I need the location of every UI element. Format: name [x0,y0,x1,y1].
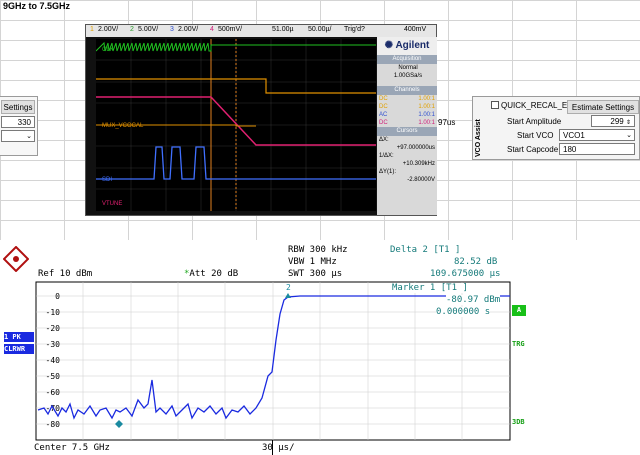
center-frequency: Center 7.5 GHz [34,443,110,453]
acq-rate: 1.00GSa/s [393,73,423,79]
delta-x-label: ΔX: [379,137,389,143]
ch4-scale: 500mV/ [218,26,243,33]
start-capcode-field[interactable]: 180 [559,143,635,155]
agilent-logo-icon: ✺ [384,40,394,51]
spinner-icon: ⇕ [625,120,631,126]
marker1-time: 0.000000 s [436,307,491,317]
time-offset: 51.00µ [272,26,294,33]
marker1-db: -80.97 dBm [446,295,501,305]
left-settings-panel: Settings 330 ⌄ [0,96,38,156]
time-per-div: 50.00µ/ [308,26,332,33]
inv-delta-x-value: +10.309kHz [402,161,435,167]
left-value-field[interactable]: 330 [1,116,35,128]
rohde-schwarz-logo-icon [3,246,29,272]
chevron-down-icon: ⌄ [626,132,632,139]
ytick: 0 [55,292,60,301]
trace-label-sdi: SDI [102,177,112,183]
vbw: VBW 1 MHz [288,257,337,267]
cursors-header: Cursors [377,127,437,136]
settings-button[interactable]: Settings [1,100,35,114]
ytick: -60 [46,388,61,397]
quick-recal-checkbox[interactable] [491,101,499,109]
start-vco-select[interactable]: VCO1 ⌄ [559,129,635,141]
trace-label-mux: MUX_VCOCAL [102,123,144,129]
scope-side-panel: ✺ Agilent Acquisition Normal 1.00GSa/s C… [377,37,437,215]
channel-row: DC 1.00:1 [379,96,435,102]
trace-a-tag[interactable]: A [512,305,526,316]
ytick: -80 [46,420,61,429]
start-amplitude-field[interactable]: 299 ⇕ [591,115,635,127]
start-vco-label: Start VCO [517,131,554,140]
marker1-title: Marker 1 [T1 ] [392,283,468,293]
spectrum-analyzer-capture: RBW 300 kHz VBW 1 MHz SWT 300 µs Delta 2… [0,240,640,455]
delta2-db: 82.52 dB [454,257,498,267]
trace-label-clk: CLK [102,47,114,53]
channel-row: AC 1.00:1 [379,112,435,118]
start-amplitude-label: Start Amplitude [507,117,562,126]
trg-tag: TRG [512,340,525,348]
delta-y-value: -2.80000V [407,177,435,183]
sweep-per-div: 30 µs/ [262,443,295,453]
trace-label-vtune: VTUNE [102,201,122,207]
ch2-scale: 5.00V/ [138,26,159,33]
ref-level: Ref 10 dBm [38,269,93,279]
marker2-number: 2 [286,283,291,292]
acq-mode: Normal [398,65,418,71]
vco-assist-title: VCO Assist [475,119,482,157]
ch3-scale: 2.00V/ [178,26,199,33]
trigger-status: Trig'd? [344,26,365,33]
chevron-down-icon: ⌄ [26,133,32,140]
scope-waveform-display: CLK MUX_VCOCAL SDI VTUNE [96,39,376,211]
delta-y-label: ΔY(1): [379,169,397,175]
rbw: RBW 300 kHz [288,245,348,255]
ytick: -40 [46,356,61,365]
delta-time-cell: 97us [438,118,456,127]
delta2-time: 109.675000 µs [430,269,501,279]
spectrum-plot: 0 -10 -20 -30 -40 -50 -60 -70 -80 2 [35,281,511,441]
delta2-title: Delta 2 [T1 ] [390,245,461,255]
scope-header: 1 2.00V/ 2 5.00V/ 3 2.00V/ 4 500mV/ 51.0… [86,25,436,37]
channels-header: Channels [377,86,437,95]
inv-delta-x-label: 1/ΔX: [379,153,394,159]
trace1-pk-label[interactable]: 1 PK [4,332,34,342]
oscilloscope-capture: 1 2.00V/ 2 5.00V/ 3 2.00V/ 4 500mV/ 51.0… [85,24,437,216]
channel-row: DC 1.00:1 [379,120,435,126]
trigger-level: 400mV [404,26,427,33]
quick-recal-label: QUICK_RECAL_EN [501,101,574,110]
left-dropdown[interactable]: ⌄ [1,130,35,142]
estimate-settings-button[interactable]: Estimate Settings [567,100,639,114]
ytick: -10 [46,308,61,317]
swt: SWT 300 µs [288,269,343,279]
ytick: -20 [46,324,61,333]
acquisition-header: Acquisition [377,55,437,64]
trace1-clrwr-label[interactable]: CLRWR [4,344,34,354]
ch1-scale: 2.00V/ [98,26,119,33]
3db-tag: 3DB [512,418,525,426]
start-capcode-label: Start Capcode [507,145,559,154]
ytick: -30 [46,340,61,349]
scope-brand: Agilent [395,40,430,51]
attenuation: *Att 20 dB [184,269,239,279]
channel-row: DC 1.00:1 [379,104,435,110]
ytick: -50 [46,372,61,381]
delta-x-value: +97.000000us [396,145,435,151]
vco-assist-panel: VCO Assist QUICK_RECAL_EN Estimate Setti… [472,96,640,160]
sheet-title: 9GHz to 7.5GHz [3,1,71,11]
